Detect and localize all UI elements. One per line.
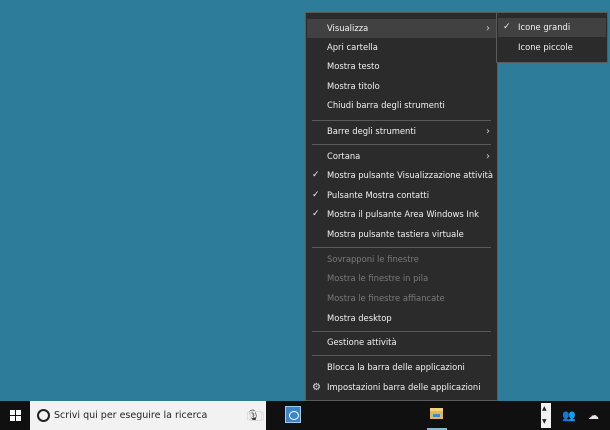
gear-icon: ⚙ bbox=[312, 382, 321, 393]
menu-item-chiudi-barra[interactable]: Chiudi barra degli strumenti bbox=[307, 96, 496, 115]
visualizza-submenu: ✓ Icone grandi Icone piccole bbox=[496, 12, 608, 63]
start-button[interactable] bbox=[0, 401, 30, 430]
menu-item-label: Chiudi barra degli strumenti bbox=[327, 100, 445, 110]
menu-item-label: Mostra testo bbox=[327, 61, 380, 71]
checkmark-icon: ✓ bbox=[312, 170, 320, 180]
menu-separator bbox=[312, 120, 491, 121]
chevron-right-icon: › bbox=[486, 126, 490, 137]
menu-item-sovrapponi-finestre: Sovrapponi le finestre bbox=[307, 250, 496, 269]
menu-item-label: Mostra le finestre affiancate bbox=[327, 293, 445, 303]
onedrive-button[interactable]: ☁ bbox=[588, 401, 608, 430]
search-box[interactable]: Scrivi qui per eseguire la ricerca 🎙 bbox=[30, 401, 266, 430]
file-explorer-button[interactable] bbox=[426, 401, 448, 430]
submenu-item-icone-grandi[interactable]: ✓ Icone grandi bbox=[498, 18, 606, 37]
taskbar-context-menu: Visualizza › Apri cartella Mostra testo … bbox=[305, 12, 498, 401]
menu-item-apri-cartella[interactable]: Apri cartella bbox=[307, 38, 496, 57]
checkmark-icon: ✓ bbox=[503, 22, 511, 32]
menu-item-barre-strumenti[interactable]: Barre degli strumenti › bbox=[307, 122, 496, 141]
menu-item-label: Mostra titolo bbox=[327, 81, 380, 91]
menu-item-tastiera-virtuale[interactable]: Mostra pulsante tastiera virtuale bbox=[307, 225, 496, 244]
menu-item-mostra-titolo[interactable]: Mostra titolo bbox=[307, 77, 496, 96]
menu-item-label: Barre degli strumenti bbox=[327, 126, 416, 136]
menu-item-label: Gestione attività bbox=[327, 337, 397, 347]
task-view-button[interactable] bbox=[246, 401, 266, 430]
menu-separator bbox=[312, 247, 491, 248]
people-icon: 👥 bbox=[562, 409, 576, 422]
pinned-app-button[interactable] bbox=[281, 401, 305, 430]
menu-item-cortana[interactable]: Cortana › bbox=[307, 147, 496, 166]
menu-item-mostra-desktop[interactable]: Mostra desktop bbox=[307, 309, 496, 328]
tray-overflow-icon bbox=[541, 403, 551, 428]
menu-item-label: Cortana bbox=[327, 151, 361, 161]
file-explorer-icon bbox=[430, 408, 443, 419]
windows-start-icon bbox=[10, 410, 21, 421]
menu-item-mostra-testo[interactable]: Mostra testo bbox=[307, 57, 496, 76]
menu-item-label: Mostra pulsante tastiera virtuale bbox=[327, 229, 464, 239]
submenu-item-label: Icone grandi bbox=[518, 22, 571, 32]
menu-item-label: Mostra il pulsante Area Windows Ink bbox=[327, 209, 480, 219]
menu-item-label: Apri cartella bbox=[327, 42, 378, 52]
menu-item-label: Pulsante Mostra contatti bbox=[327, 190, 430, 200]
tray-overflow-button[interactable] bbox=[540, 401, 552, 430]
pinned-app-icon bbox=[285, 406, 301, 423]
submenu-item-icone-piccole[interactable]: Icone piccole bbox=[498, 38, 606, 57]
menu-item-label: Mostra pulsante Visualizzazione attività bbox=[327, 170, 494, 180]
taskbar: Scrivi qui per eseguire la ricerca 🎙 👥 ☁ bbox=[0, 401, 610, 430]
menu-item-blocca-barra[interactable]: Blocca la barra delle applicazioni bbox=[307, 358, 496, 377]
menu-separator bbox=[312, 355, 491, 356]
menu-item-gestione-attivita[interactable]: Gestione attività bbox=[307, 333, 496, 352]
menu-item-windows-ink[interactable]: ✓ Mostra il pulsante Area Windows Ink bbox=[307, 205, 496, 224]
menu-item-label: Visualizza bbox=[327, 23, 369, 33]
submenu-item-label: Icone piccole bbox=[518, 42, 573, 52]
chevron-right-icon: › bbox=[486, 151, 490, 162]
people-button[interactable]: 👥 bbox=[562, 401, 578, 430]
search-placeholder: Scrivi qui per eseguire la ricerca bbox=[54, 410, 208, 421]
cortana-circle-icon bbox=[37, 409, 50, 422]
chevron-right-icon: › bbox=[486, 23, 490, 34]
menu-item-label: Impostazioni barra delle applicazioni bbox=[327, 382, 481, 392]
menu-item-finestre-affiancate: Mostra le finestre affiancate bbox=[307, 289, 496, 308]
menu-item-label: Blocca la barra delle applicazioni bbox=[327, 362, 465, 372]
menu-item-impostazioni-barra[interactable]: ⚙ Impostazioni barra delle applicazioni bbox=[307, 378, 496, 397]
checkmark-icon: ✓ bbox=[312, 190, 320, 200]
menu-item-visualizzazione-attivita[interactable]: ✓ Mostra pulsante Visualizzazione attivi… bbox=[307, 166, 496, 185]
menu-item-visualizza[interactable]: Visualizza › bbox=[307, 19, 496, 38]
menu-item-finestre-in-pila: Mostra le finestre in pila bbox=[307, 269, 496, 288]
menu-item-label: Mostra desktop bbox=[327, 313, 392, 323]
task-view-icon bbox=[261, 412, 264, 420]
onedrive-cloud-icon: ☁ bbox=[588, 409, 599, 422]
menu-separator bbox=[312, 331, 491, 332]
menu-item-label: Mostra le finestre in pila bbox=[327, 273, 429, 283]
menu-separator bbox=[312, 144, 491, 145]
menu-item-mostra-contatti[interactable]: ✓ Pulsante Mostra contatti bbox=[307, 186, 496, 205]
checkmark-icon: ✓ bbox=[312, 209, 320, 219]
menu-item-label: Sovrapponi le finestre bbox=[327, 254, 419, 264]
